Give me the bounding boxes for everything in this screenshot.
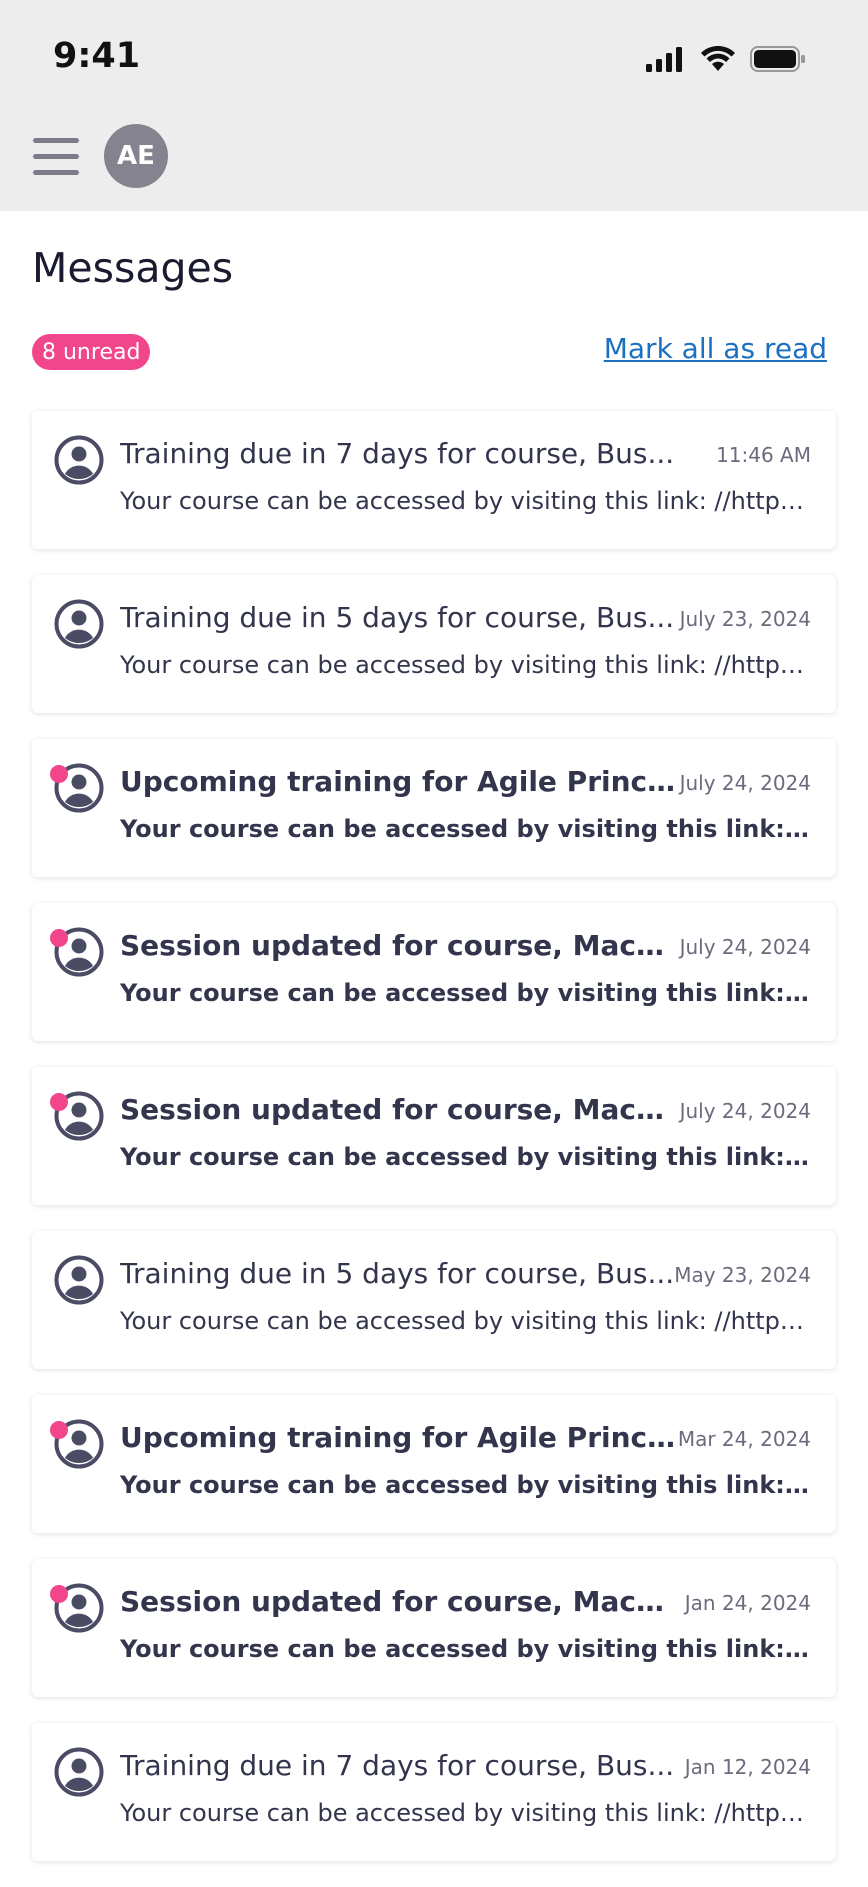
signal-icon <box>646 47 682 72</box>
status-icons <box>646 44 806 74</box>
message-date: Mar 24, 2024 <box>677 1427 811 1451</box>
message-preview: Your course can be accessed by visiting … <box>120 1143 810 1171</box>
header-bar: AE <box>0 120 868 194</box>
message-preview: Your course can be accessed by visiting … <box>120 1799 810 1827</box>
message-date: July 24, 2024 <box>679 935 811 959</box>
unread-dot-icon <box>50 929 68 947</box>
message-card[interactable]: Training due in 7 days for course, Bus..… <box>32 411 836 549</box>
message-card[interactable]: Training due in 5 days for course, Bus..… <box>32 575 836 713</box>
message-date: Jan 12, 2024 <box>684 1755 811 1779</box>
status-time: 9:41 <box>53 36 141 76</box>
message-preview: Your course can be accessed by visiting … <box>120 815 810 843</box>
message-date: July 24, 2024 <box>679 771 811 795</box>
unread-dot-icon <box>50 1093 68 1111</box>
message-card[interactable]: Upcoming training for Agile Principl... … <box>32 1395 836 1533</box>
message-card[interactable]: Training due in 7 days for course, Bus..… <box>32 1723 836 1861</box>
message-preview: Your course can be accessed by visiting … <box>120 487 810 515</box>
message-date: July 24, 2024 <box>679 1099 811 1123</box>
message-date: Jan 24, 2024 <box>684 1591 811 1615</box>
message-list: Training due in 7 days for course, Bus..… <box>32 411 836 1887</box>
message-preview: Your course can be accessed by visiting … <box>120 979 810 1007</box>
message-card[interactable]: Session updated for course, Machin... Ju… <box>32 1067 836 1205</box>
message-subject: Session updated for course, Machin... <box>120 929 680 962</box>
message-preview: Your course can be accessed by visiting … <box>120 1635 810 1663</box>
message-date: 11:46 AM <box>716 443 811 467</box>
unread-dot-icon <box>50 1585 68 1603</box>
message-card[interactable]: Session updated for course, Machin... Ja… <box>32 1559 836 1697</box>
hamburger-menu-icon[interactable] <box>33 136 79 178</box>
message-preview: Your course can be accessed by visiting … <box>120 1471 810 1499</box>
wifi-icon <box>701 46 735 71</box>
message-date: May 23, 2024 <box>674 1263 811 1287</box>
message-subject: Training due in 7 days for course, Bus..… <box>120 437 675 470</box>
mark-all-read-link[interactable]: Mark all as read <box>604 332 827 365</box>
message-subject: Session updated for course, Machin... <box>120 1093 680 1126</box>
user-circle-icon <box>54 435 104 485</box>
message-card[interactable]: Session updated for course, Machin... Ju… <box>32 903 836 1041</box>
user-circle-icon <box>54 1747 104 1797</box>
user-circle-icon <box>54 599 104 649</box>
page-title: Messages <box>32 244 234 292</box>
message-date: July 23, 2024 <box>679 607 811 631</box>
unread-count-badge: 8 unread <box>32 334 151 370</box>
battery-icon <box>750 46 805 72</box>
message-subject: Upcoming training for Agile Principl... <box>120 765 680 798</box>
message-preview: Your course can be accessed by visiting … <box>120 1307 810 1335</box>
user-circle-icon <box>54 1255 104 1305</box>
unread-dot-icon <box>50 765 68 783</box>
message-card[interactable]: Training due in 5 days for course, Bus..… <box>32 1231 836 1369</box>
message-subject: Training due in 7 days for course, Bus..… <box>120 1749 675 1782</box>
message-preview: Your course can be accessed by visiting … <box>120 651 810 679</box>
unread-dot-icon <box>50 1421 68 1439</box>
top-area: 9:41 AE <box>0 0 868 211</box>
user-avatar[interactable]: AE <box>104 124 168 188</box>
message-subject: Training due in 5 days for course, Bus..… <box>120 1257 675 1290</box>
message-card[interactable]: Upcoming training for Agile Principl... … <box>32 739 836 877</box>
message-subject: Session updated for course, Machin... <box>120 1585 680 1618</box>
message-subject: Training due in 5 days for course, Bus..… <box>120 601 675 634</box>
message-subject: Upcoming training for Agile Principl... <box>120 1421 680 1454</box>
